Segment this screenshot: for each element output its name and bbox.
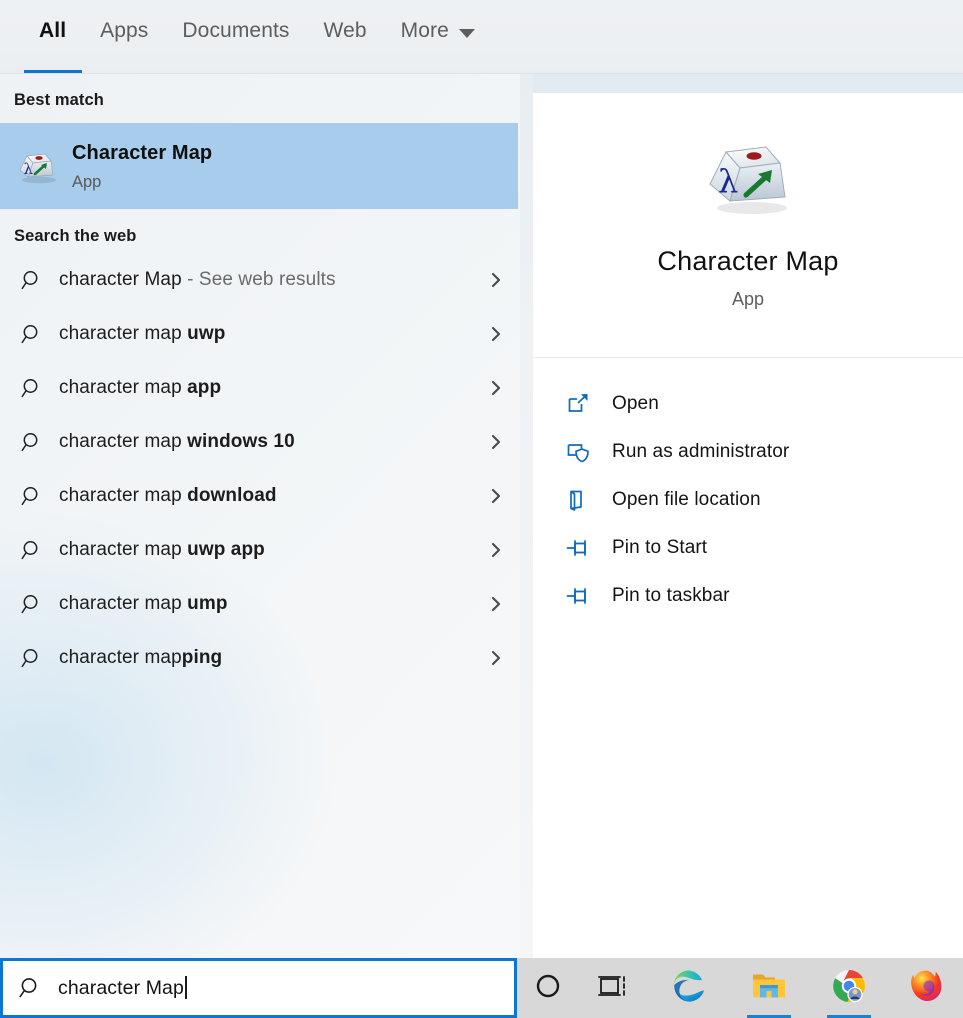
web-suggestion-label: character map app (59, 377, 222, 398)
best-match-title: Character Map (72, 141, 213, 164)
web-suggestion-list: character Map - See web results character… (0, 253, 520, 685)
chevron-right-icon[interactable] (472, 432, 520, 452)
search-input-value: character Map (58, 976, 187, 1000)
panel-gap (520, 74, 533, 958)
web-suggestion-label: character map windows 10 (59, 431, 295, 452)
windows-search-panel: All Apps Documents Web More Best match λ… (0, 0, 963, 1018)
action-pin-to-taskbar[interactable]: Pin to taskbar (533, 572, 963, 620)
chevron-right-icon[interactable] (472, 486, 520, 506)
taskbar-task-view[interactable] (579, 958, 649, 1018)
web-suggestion-item[interactable]: character mapping (0, 631, 520, 685)
web-suggestion-item[interactable]: character map download (0, 469, 520, 523)
action-label: Pin to taskbar (612, 585, 730, 606)
search-icon (3, 975, 58, 1001)
web-suggestion-item[interactable]: character map windows 10 (0, 415, 520, 469)
tab-label: Web (323, 19, 367, 42)
detail-app-title: Character Map (657, 246, 839, 276)
search-icon (0, 484, 59, 509)
pin-icon (566, 584, 612, 608)
search-the-web-header: Search the web (14, 227, 137, 245)
tab-more[interactable]: More (384, 0, 492, 74)
app-action-list: Open Run as administrator Open file locati… (533, 358, 963, 620)
web-suggestion-item[interactable]: character map uwp (0, 307, 520, 361)
character-map-icon: λ (700, 135, 796, 224)
taskbar-cortana[interactable] (517, 958, 579, 1018)
taskbar-file-explorer[interactable] (729, 958, 809, 1018)
text-cursor (184, 976, 187, 999)
tab-label: Documents (182, 19, 290, 42)
search-icon (0, 376, 59, 401)
firefox-icon (909, 969, 943, 1008)
cortana-circle-icon (533, 971, 563, 1006)
open-external-icon (566, 392, 612, 416)
bottom-bar: character Map (0, 958, 963, 1018)
edge-icon (671, 968, 707, 1009)
pin-icon (566, 536, 612, 560)
svg-text:λ: λ (24, 160, 34, 178)
web-suggestion-label: character map ump (59, 593, 228, 614)
tab-label: Apps (100, 19, 149, 42)
web-suggestion-item[interactable]: character map uwp app (0, 523, 520, 577)
action-open[interactable]: Open (533, 380, 963, 428)
search-icon (0, 322, 59, 347)
chevron-right-icon[interactable] (472, 324, 520, 344)
web-suggestion-item[interactable]: character map app (0, 361, 520, 415)
chevron-right-icon[interactable] (472, 594, 520, 614)
best-match-header: Best match (14, 91, 104, 109)
tab-label: More (400, 19, 449, 42)
tab-web[interactable]: Web (307, 0, 384, 74)
detail-header: λ Character Map App (533, 93, 963, 357)
tab-apps[interactable]: Apps (83, 0, 165, 74)
search-icon (0, 538, 59, 563)
search-icon (0, 430, 59, 455)
action-pin-to-start[interactable]: Pin to Start (533, 524, 963, 572)
folder-icon (566, 488, 612, 512)
search-input[interactable]: character Map (0, 958, 517, 1018)
app-detail-panel: λ Character Map App Open Run as administr… (533, 93, 963, 958)
chrome-icon (831, 968, 867, 1009)
tab-documents[interactable]: Documents (165, 0, 306, 74)
action-label: Open (612, 393, 659, 414)
action-open-file-location[interactable]: Open file location (533, 476, 963, 524)
web-suggestion-label: character Map - See web results (59, 269, 336, 290)
svg-text:λ: λ (718, 162, 738, 200)
search-icon (0, 592, 59, 617)
detail-panel-top-strip (533, 74, 963, 93)
web-suggestion-label: character map uwp (59, 323, 226, 344)
web-suggestion-label: character map download (59, 485, 277, 506)
web-suggestion-label: character mapping (59, 647, 223, 668)
action-run-as-administrator[interactable]: Run as administrator (533, 428, 963, 476)
search-icon (0, 646, 59, 671)
character-map-icon: λ (0, 144, 72, 188)
file-explorer-icon (751, 970, 787, 1007)
task-view-icon (598, 971, 630, 1006)
shield-window-icon (566, 440, 612, 464)
search-filter-tabbar: All Apps Documents Web More (0, 0, 963, 74)
search-icon (0, 268, 59, 293)
taskbar-mozilla-firefox[interactable] (889, 958, 963, 1018)
detail-app-subtitle: App (731, 289, 765, 309)
web-suggestion-item[interactable]: character map ump (0, 577, 520, 631)
taskbar-google-chrome[interactable] (809, 958, 889, 1018)
action-label: Pin to Start (612, 537, 708, 558)
web-suggestion-label: character map uwp app (59, 539, 265, 560)
web-suggestion-item[interactable]: character Map - See web results (0, 253, 520, 307)
chevron-down-icon (458, 28, 475, 38)
chevron-right-icon[interactable] (472, 648, 520, 668)
tab-all[interactable]: All (22, 0, 83, 74)
chevron-right-icon[interactable] (472, 270, 520, 290)
tab-label: All (39, 19, 67, 42)
taskbar-microsoft-edge[interactable] (649, 958, 729, 1018)
best-match-result[interactable]: λ Character Map App (0, 123, 518, 209)
action-label: Run as administrator (612, 441, 790, 462)
best-match-subtitle: App (72, 172, 102, 191)
action-label: Open file location (612, 489, 761, 510)
chevron-right-icon[interactable] (472, 540, 520, 560)
chevron-right-icon[interactable] (472, 378, 520, 398)
search-results-panel: Best match λ Character Map App Search th… (0, 74, 520, 958)
taskbar (517, 958, 963, 1018)
